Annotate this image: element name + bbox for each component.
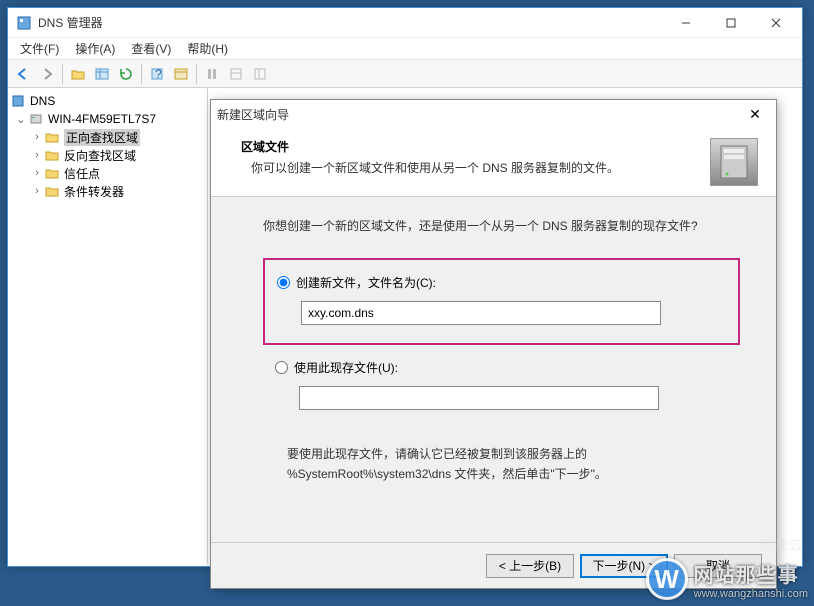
help-icon[interactable]: ? [146,63,168,85]
tree-reverse-zones[interactable]: › 反向查找区域 [10,146,205,164]
tree-forward-zones[interactable]: › 正向查找区域 [10,128,205,146]
radio-create-new-label: 创建新文件，文件名为(C): [296,274,436,291]
toolbar: ? [8,60,802,88]
maximize-button[interactable] [708,9,753,37]
expand-icon[interactable]: › [30,131,44,143]
back-icon[interactable] [12,63,34,85]
expand-icon[interactable]: › [30,185,44,197]
server-image-icon [710,138,758,186]
tree-conditional-forwarders[interactable]: › 条件转发器 [10,182,205,200]
folder-icon [44,165,60,181]
wizard-body: 你想创建一个新的区域文件，还是使用一个从另一个 DNS 服务器复制的现存文件? … [211,197,776,495]
window-title: DNS 管理器 [38,14,663,31]
watermark-badge: W [646,558,688,600]
tree-server[interactable]: ⌄ WIN-4FM59ETL7S7 [10,110,205,128]
watermark: W 网站那些事 www.wangzhanshi.com [646,558,808,600]
properties-icon[interactable] [170,63,192,85]
list-view-icon[interactable] [91,63,113,85]
menubar: 文件(F) 操作(A) 查看(V) 帮助(H) [8,38,802,60]
expand-icon[interactable]: › [30,167,44,179]
radio-create-new-input[interactable] [277,276,290,289]
menu-view[interactable]: 查看(V) [125,38,177,59]
column-icon-2[interactable] [225,63,247,85]
dns-icon [10,93,26,109]
forward-icon[interactable] [36,63,58,85]
wizard-heading: 区域文件 [241,138,710,155]
menu-help[interactable]: 帮助(H) [181,38,234,59]
tree-trust-points[interactable]: › 信任点 [10,164,205,182]
radio-use-existing-label: 使用此现存文件(U): [294,359,398,376]
wizard-title: 新建区域向导 [217,106,740,123]
collapse-icon[interactable]: ⌄ [14,113,28,126]
menu-action[interactable]: 操作(A) [69,38,121,59]
watermark-url: www.wangzhanshi.com [694,588,808,600]
radio-use-existing[interactable]: 使用此现存文件(U): [263,359,740,376]
wizard-note: 要使用此现存文件，请确认它已经被复制到该服务器上的 %SystemRoot%\s… [287,444,740,485]
expand-icon[interactable]: › [30,149,44,161]
radio-use-existing-input[interactable] [275,361,288,374]
server-icon [28,111,44,127]
folder-icon [44,129,60,145]
svg-text:?: ? [155,67,162,81]
app-icon [16,15,32,31]
radio-create-new[interactable]: 创建新文件，文件名为(C): [277,274,722,291]
wizard-subheading: 你可以创建一个新区域文件和使用从另一个 DNS 服务器复制的文件。 [241,159,710,176]
minimize-button[interactable] [663,9,708,37]
column-icon-1[interactable] [201,63,223,85]
existing-file-input [299,386,659,410]
watermark-text: 网站那些事 [694,559,808,588]
folder-icon [44,183,60,199]
filename-input[interactable] [301,301,661,325]
tree-pane: DNS ⌄ WIN-4FM59ETL7S7 › 正向查找区域 › 反向查找区域 … [8,88,208,564]
refresh-icon[interactable] [115,63,137,85]
titlebar: DNS 管理器 [8,8,802,38]
wizard-prompt: 你想创建一个新的区域文件，还是使用一个从另一个 DNS 服务器复制的现存文件? [263,217,740,234]
folder-open-icon[interactable] [67,63,89,85]
back-button[interactable]: < 上一步(B) [486,554,574,578]
menu-file[interactable]: 文件(F) [14,38,65,59]
folder-icon [44,147,60,163]
watermark-sub: 亿速云 [759,535,804,554]
column-icon-3[interactable] [249,63,271,85]
new-zone-wizard: 新建区域向导 ✕ 区域文件 你可以创建一个新区域文件和使用从另一个 DNS 服务… [210,99,777,589]
tree-root-dns[interactable]: DNS [10,92,205,110]
wizard-close-button[interactable]: ✕ [740,106,770,123]
option-create-highlight: 创建新文件，文件名为(C): [263,258,740,345]
close-button[interactable] [753,9,798,37]
wizard-titlebar: 新建区域向导 ✕ [211,100,776,128]
wizard-header: 区域文件 你可以创建一个新区域文件和使用从另一个 DNS 服务器复制的文件。 [211,128,776,197]
